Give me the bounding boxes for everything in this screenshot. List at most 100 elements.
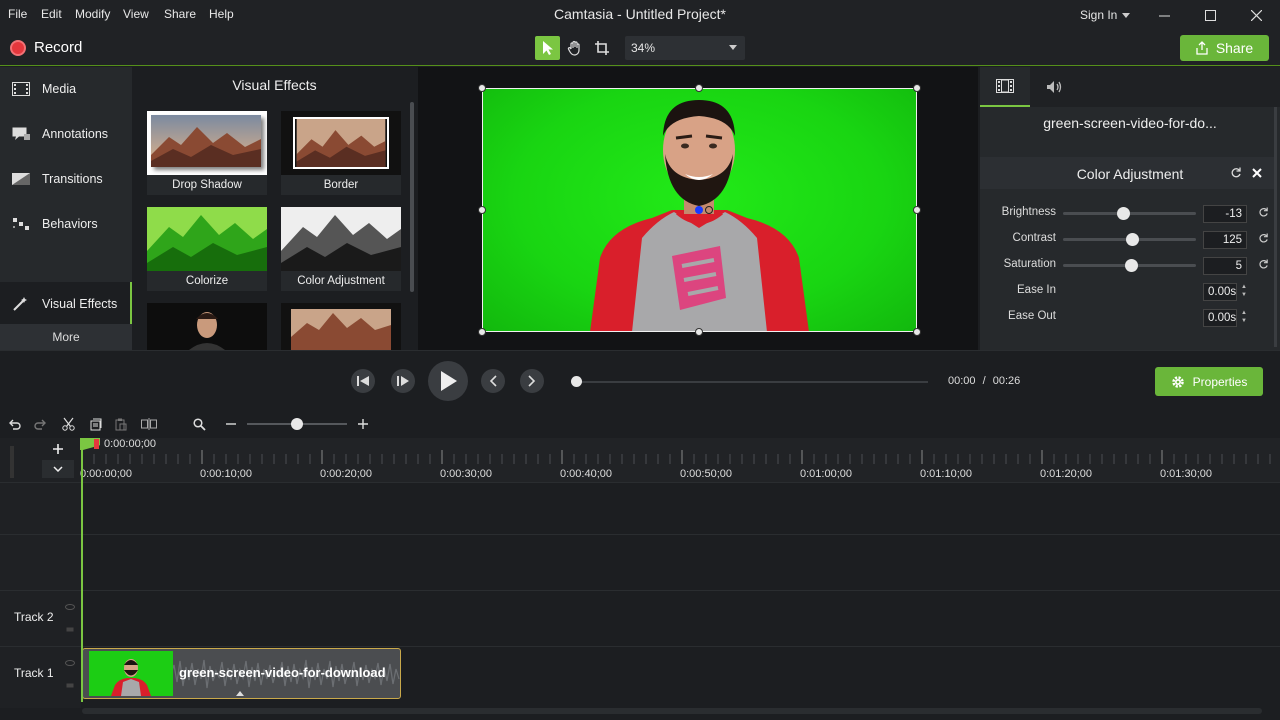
- library-scrollbar[interactable]: [410, 102, 414, 292]
- undo-button[interactable]: [6, 417, 22, 431]
- scrub-thumb[interactable]: [571, 376, 582, 387]
- ruler-label: 0:00:40;00: [560, 468, 612, 480]
- menu-file[interactable]: File: [8, 7, 27, 21]
- track-height-slider[interactable]: [10, 446, 14, 478]
- media-clip[interactable]: green-screen-video-for-download: [82, 648, 401, 699]
- saturation-input[interactable]: 5: [1203, 257, 1247, 275]
- redo-button[interactable]: [32, 417, 48, 431]
- ease-out-stepper[interactable]: ▲ ▼: [1241, 309, 1249, 327]
- reset-icon[interactable]: [1258, 207, 1269, 218]
- play-button[interactable]: [428, 361, 468, 401]
- more-button[interactable]: More: [0, 324, 132, 350]
- select-tool-button[interactable]: [535, 36, 560, 60]
- playhead[interactable]: [81, 438, 83, 702]
- menu-help[interactable]: Help: [209, 7, 234, 21]
- add-track-button[interactable]: [42, 440, 74, 458]
- tab-audio-properties[interactable]: [1030, 67, 1080, 107]
- eye-icon[interactable]: [65, 660, 75, 666]
- close-icon: [1250, 9, 1262, 21]
- brightness-input[interactable]: -13: [1203, 205, 1247, 223]
- properties-scrollbar[interactable]: [1274, 107, 1277, 347]
- sidebar-item-annotations[interactable]: Annotations: [0, 112, 132, 156]
- ruler-label: 0:01:10;00: [920, 468, 972, 480]
- plus-icon: [53, 444, 63, 454]
- zoom-dropdown[interactable]: 34%: [625, 36, 745, 60]
- resize-handle[interactable]: [695, 84, 703, 92]
- scrub-bar[interactable]: [576, 381, 928, 383]
- collapse-tracks-button[interactable]: [42, 460, 74, 478]
- pan-tool-button[interactable]: [562, 36, 587, 60]
- eye-icon[interactable]: [65, 604, 75, 610]
- resize-handle[interactable]: [695, 328, 703, 336]
- menu-share[interactable]: Share: [164, 7, 196, 21]
- record-button[interactable]: Record: [10, 39, 82, 56]
- track-label[interactable]: Track 1: [14, 666, 54, 680]
- canvas-preview[interactable]: [418, 67, 978, 350]
- previous-button[interactable]: [481, 369, 505, 393]
- effect-drop-shadow[interactable]: Drop Shadow: [147, 111, 267, 195]
- slider-thumb[interactable]: [1126, 233, 1140, 246]
- ease-out-input[interactable]: 0.00s: [1203, 309, 1237, 327]
- reset-icon[interactable]: [1230, 167, 1242, 179]
- zoom-in-button[interactable]: [355, 417, 371, 431]
- resize-handle[interactable]: [478, 84, 486, 92]
- cut-button[interactable]: [60, 417, 76, 431]
- crop-tool-button[interactable]: [589, 36, 614, 60]
- copy-button[interactable]: [88, 417, 104, 431]
- menu-modify[interactable]: Modify: [75, 7, 110, 21]
- track-label[interactable]: Track 2: [14, 610, 54, 624]
- close-button[interactable]: [1241, 4, 1271, 26]
- effect-thumbnail-person[interactable]: [147, 303, 267, 350]
- timeline-zoom-thumb[interactable]: [291, 418, 303, 430]
- slider-thumb[interactable]: [1116, 207, 1130, 220]
- menu-edit[interactable]: Edit: [41, 7, 62, 21]
- reset-icon[interactable]: [1258, 259, 1269, 270]
- sidebar-item-visual-effects[interactable]: Visual Effects: [0, 282, 132, 326]
- sidebar-item-transitions[interactable]: Transitions: [0, 157, 132, 201]
- resize-handle[interactable]: [478, 206, 486, 214]
- timeline-scrollbar[interactable]: [82, 708, 1262, 714]
- chevron-left-icon: [489, 375, 497, 387]
- zoom-to-fit-button[interactable]: [191, 417, 207, 431]
- resize-handle[interactable]: [478, 328, 486, 336]
- split-button[interactable]: [141, 417, 157, 431]
- menu-view[interactable]: View: [123, 7, 149, 21]
- reset-icon[interactable]: [1258, 233, 1269, 244]
- timeline-ruler[interactable]: 0:00:00;00 0:00:10;00 0:00:20;00 0:00:30;00…: [80, 438, 1280, 482]
- zoom-out-button[interactable]: [223, 417, 239, 431]
- sidebar-item-media[interactable]: Media: [0, 67, 132, 111]
- share-button[interactable]: Share: [1180, 35, 1269, 61]
- playhead-out-handle[interactable]: [94, 439, 99, 449]
- resize-handle[interactable]: [913, 206, 921, 214]
- lock-icon[interactable]: [66, 624, 74, 632]
- effect-thumbnail-landscape[interactable]: [281, 303, 401, 350]
- lock-icon[interactable]: [66, 680, 74, 688]
- effect-color-adjustment[interactable]: Color Adjustment: [281, 207, 401, 291]
- resize-handle[interactable]: [913, 328, 921, 336]
- effect-border[interactable]: Border: [281, 111, 401, 195]
- slider-thumb[interactable]: [1124, 259, 1138, 272]
- paste-button[interactable]: [113, 417, 129, 431]
- next-button[interactable]: [520, 369, 544, 393]
- tab-visual-properties[interactable]: [980, 67, 1030, 107]
- ease-in-stepper[interactable]: ▲ ▼: [1241, 283, 1249, 301]
- sidebar-item-behaviors[interactable]: Behaviors: [0, 202, 132, 246]
- step-back-button[interactable]: [351, 369, 375, 393]
- sign-in-button[interactable]: Sign In: [1080, 8, 1131, 22]
- ease-in-input[interactable]: 0.00s: [1203, 283, 1237, 301]
- properties-button-label: Properties: [1192, 374, 1248, 389]
- rotate-handle[interactable]: [705, 206, 713, 214]
- properties-button[interactable]: Properties: [1155, 367, 1263, 396]
- video-frame[interactable]: [482, 88, 917, 332]
- wand-icon: [13, 297, 27, 311]
- maximize-button[interactable]: [1195, 4, 1225, 26]
- effect-colorize[interactable]: Colorize: [147, 207, 267, 291]
- resize-handle[interactable]: [913, 84, 921, 92]
- remove-effect-icon[interactable]: [1252, 168, 1262, 178]
- minimize-button[interactable]: [1149, 4, 1179, 26]
- contrast-slider[interactable]: [1063, 233, 1196, 246]
- saturation-slider[interactable]: [1063, 259, 1196, 272]
- contrast-input[interactable]: 125: [1203, 231, 1247, 249]
- play-frame-button[interactable]: [391, 369, 415, 393]
- brightness-slider[interactable]: [1063, 207, 1196, 220]
